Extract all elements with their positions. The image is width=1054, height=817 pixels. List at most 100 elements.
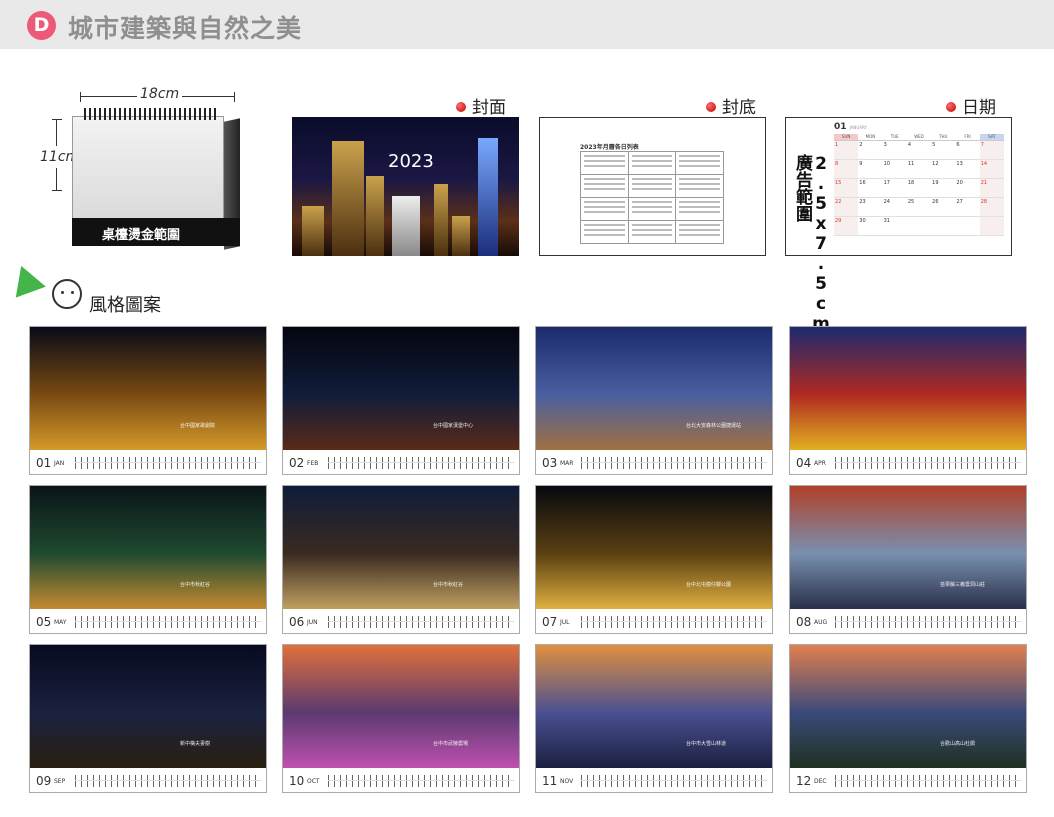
mini-weekday-row: SUN MON TUE WED THU FRI SAT [834,134,1004,140]
day-strip [581,616,767,628]
month-abbr: JAN [54,460,65,467]
month-photo [790,327,1026,450]
photo-caption: 台北大安森林公園捷運站 [686,423,742,429]
month-number: 09 [36,774,52,788]
mini-month-number: 01 [834,122,847,132]
spiral-binding [84,108,219,120]
photo-caption: 台中市大雪山林道 [686,741,727,747]
month-photo: 台中市大雪山林道 [536,645,772,768]
day-strip [75,616,261,628]
mini-date-grid: 1 2 3 4 5 6 7 8 9 10 11 12 13 14 15 16 17 18 19 20 21 22 23 24 2… [834,140,1004,236]
mini-date-cell: 5 [931,141,956,160]
mini-month-calendar: 01 JANUARY SUN MON TUE WED THU FRI SAT 12345678… [834,122,1004,247]
month-card: 台中市武陵農場 10 OCT [282,644,520,793]
photo-caption: 台中北屯樹仔腳公園 [686,582,732,588]
day-strip [75,457,261,469]
back-month-table [580,151,724,244]
day-strip [75,775,261,787]
mini-date-cell: 12 [931,160,956,179]
mini-date-cell: 16 [858,179,883,198]
month-footer: 04 APR [790,451,1026,474]
month-card: 新中橫夫妻樹 09 SEP [29,644,267,793]
mini-date-cell: 19 [931,179,956,198]
mini-date-cell: 14 [979,160,1004,179]
mini-date-cell: 26 [931,198,956,217]
ad-area-label: 2.5x7.5cm廣告範圍 [792,154,831,334]
month-photo: 台北大安森林公園捷運站 [536,327,772,450]
month-number: 12 [796,774,812,788]
mini-date-cell: 27 [955,198,980,217]
photo-caption: 台中國家漢堡中心 [433,423,474,429]
back-title: 2023年月曆各日列表 [580,144,639,151]
mini-date-cell: 22 [834,198,859,217]
calendar-base: 桌檯燙金範圍 [72,218,240,246]
month-photo: 台中市秋紅谷 [283,486,519,609]
photo-caption: 台中國家歌劇院 [180,423,216,429]
month-number: 08 [796,615,812,629]
month-footer: 11 NOV [536,769,772,792]
mini-weekday: SUN [834,134,859,140]
mini-date-cell: 24 [882,198,907,217]
mini-weekday: THU [939,134,948,139]
section-header: D 城市建築與自然之美 [0,0,1054,49]
style-section-label: 風格圖案 [89,295,161,316]
green-triangle-icon [6,260,46,298]
mini-date-cell: 1 [834,141,859,160]
mini-date-cell: 10 [882,160,907,179]
month-abbr: MAR [560,460,574,467]
month-abbr: FEB [307,460,319,467]
mini-month-header: 01 JANUARY [834,122,1004,132]
mini-date-cell: 18 [906,179,932,198]
back-preview: 2023年月曆各日列表 [539,117,766,256]
month-number: 01 [36,456,52,470]
girl-face-icon [52,279,82,309]
day-strip [581,775,767,787]
month-footer: 03 MAR [536,451,772,474]
month-photo: 合歡山高山杜鵑 [790,645,1026,768]
day-strip [581,457,767,469]
mini-date-cell: 13 [955,160,980,179]
month-photo: 台中國家歌劇院 [30,327,266,450]
mini-date-cell: 4 [906,141,932,160]
photo-caption: 台中市武陵農場 [433,741,469,747]
month-card: 台中北屯樹仔腳公園 07 JUL [535,485,773,634]
section-title: 城市建築與自然之美 [68,14,303,43]
day-strip [328,775,514,787]
day-strip [328,616,514,628]
month-footer: 05 MAY [30,610,266,633]
day-strip [835,775,1021,787]
mini-date-cell: 17 [882,179,907,198]
mini-date-cell: 29 [834,217,859,236]
mini-date-cell: 21 [979,179,1004,198]
mini-date-cell [955,217,980,236]
month-number: 10 [289,774,305,788]
month-abbr: APR [814,460,826,467]
month-photo: 台中市武陵農場 [283,645,519,768]
base-label: 桌檯燙金範圍 [102,228,181,243]
month-card: 04 APR [789,326,1027,475]
month-card: 台北大安森林公園捷運站 03 MAR [535,326,773,475]
month-number: 11 [542,774,558,788]
height-dimension-label: 11cm [40,146,79,168]
photo-caption: 合歡山高山杜鵑 [940,741,976,747]
style-section-heading: 風格圖案 [6,260,210,316]
mini-date-cell [931,217,956,236]
mini-date-cell: 11 [906,160,932,179]
photo-caption: 台中市秋紅谷 [180,582,211,588]
mini-date-cell: 2 [858,141,883,160]
day-strip [835,616,1021,628]
mini-weekday: SAT [979,134,1004,140]
mini-date-cell: 6 [955,141,980,160]
month-card: 台中國家歌劇院 01 JAN [29,326,267,475]
month-footer: 08 AUG [790,610,1026,633]
month-abbr: MAY [54,619,67,626]
month-number: 04 [796,456,812,470]
month-abbr: DEC [814,778,827,785]
month-card: 合歡山高山杜鵑 12 DEC [789,644,1027,793]
month-footer: 12 DEC [790,769,1026,792]
date-preview: 2.5x7.5cm廣告範圍 01 JANUARY SUN MON TUE WED THU F… [785,117,1012,334]
month-number: 02 [289,456,305,470]
month-footer: 01 JAN [30,451,266,474]
cover-label: 封面 [456,93,506,118]
month-footer: 07 JUL [536,610,772,633]
